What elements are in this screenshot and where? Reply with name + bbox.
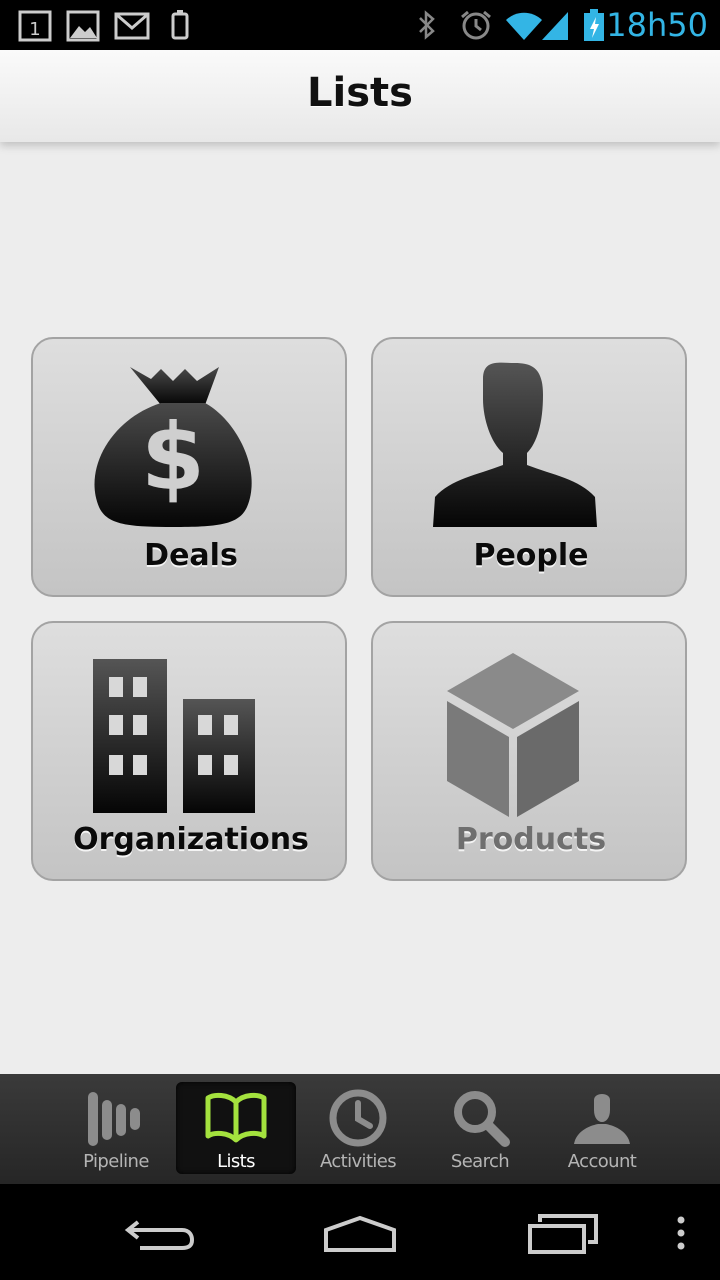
title-bar: Lists	[0, 50, 720, 142]
nav-item-lists[interactable]: Lists	[176, 1082, 296, 1174]
deals-tile[interactable]: $ Deals	[31, 337, 347, 597]
tile-label: Organizations	[73, 822, 309, 857]
products-tile[interactable]: Products	[371, 621, 687, 881]
tile-label: Deals	[144, 538, 238, 573]
buildings-icon	[93, 659, 255, 813]
wifi-icon	[506, 12, 542, 41]
phone-icon	[171, 10, 189, 40]
bluetooth-icon	[419, 10, 435, 40]
system-nav	[0, 1184, 720, 1280]
nav-item-account[interactable]: Account	[542, 1082, 662, 1174]
bottom-nav: Pipeline Lists Activities Search Account	[0, 1074, 720, 1184]
people-tile[interactable]: People	[371, 337, 687, 597]
search-icon	[454, 1091, 510, 1147]
back-icon[interactable]	[124, 1214, 196, 1254]
calendar-icon: 1	[18, 10, 52, 42]
nav-item-pipeline[interactable]: Pipeline	[56, 1082, 176, 1174]
menu-icon[interactable]	[674, 1214, 688, 1254]
nav-label: Lists	[217, 1151, 255, 1172]
person-icon	[433, 362, 597, 527]
home-icon[interactable]	[322, 1214, 398, 1254]
signal-icon	[542, 12, 568, 40]
nav-label: Pipeline	[83, 1151, 149, 1172]
nav-label: Activities	[319, 1151, 397, 1172]
battery-charging-icon	[584, 9, 604, 41]
organizations-tile[interactable]: Organizations	[31, 621, 347, 881]
page-title: Lists	[307, 70, 413, 116]
box-icon	[447, 653, 579, 817]
clock-icon	[329, 1089, 387, 1147]
status-time: 18h50	[606, 6, 708, 44]
book-icon	[205, 1092, 267, 1143]
account-icon	[574, 1094, 630, 1144]
gmail-icon	[114, 12, 150, 40]
money-bag-icon: $	[94, 367, 252, 527]
pipeline-icon	[88, 1092, 140, 1146]
tile-label: People	[473, 538, 589, 573]
nav-label: Account	[567, 1151, 637, 1172]
tile-label: Products	[455, 822, 607, 857]
status-bar: 1 18h50	[0, 0, 720, 50]
svg-text:1: 1	[29, 19, 40, 40]
svg-text:$: $	[141, 404, 205, 511]
nav-item-search[interactable]: Search	[420, 1082, 540, 1174]
alarm-icon	[461, 10, 491, 40]
nav-item-activities[interactable]: Activities	[298, 1082, 418, 1174]
recent-apps-icon[interactable]	[526, 1212, 600, 1256]
gallery-icon	[66, 10, 100, 42]
nav-label: Search	[450, 1151, 510, 1172]
